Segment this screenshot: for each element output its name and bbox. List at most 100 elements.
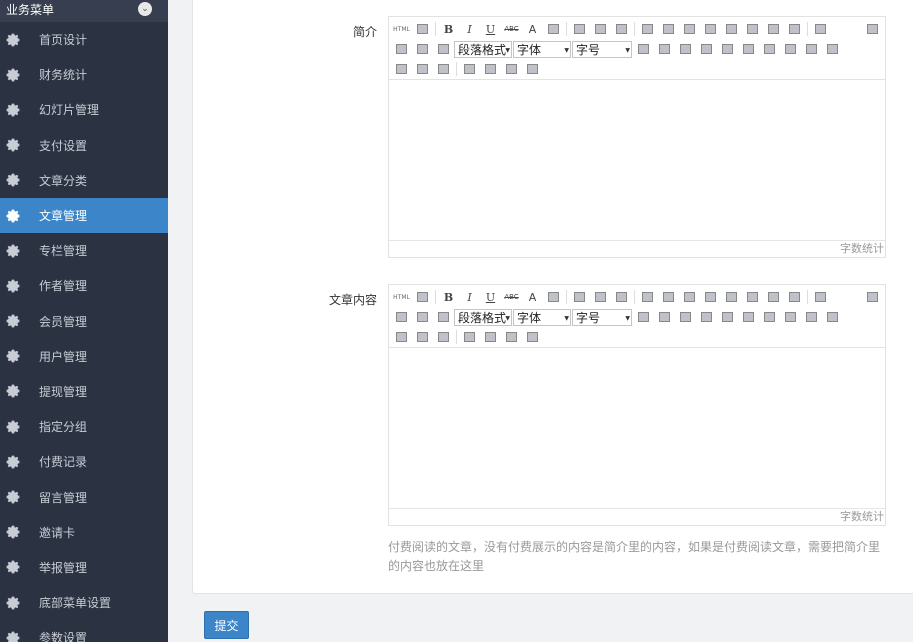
table-icon[interactable] — [636, 309, 652, 325]
highlight-icon[interactable] — [546, 289, 562, 305]
paste-icon[interactable] — [525, 329, 541, 345]
fullscreen-icon[interactable] — [865, 289, 881, 305]
delete-row-icon[interactable] — [741, 309, 757, 325]
delete-col-icon[interactable] — [762, 309, 778, 325]
sidebar-item[interactable]: 参数设置 — [0, 620, 168, 642]
merge-cells-icon[interactable] — [699, 309, 715, 325]
split-cells-icon[interactable] — [720, 41, 736, 57]
delete-table-icon[interactable] — [825, 309, 841, 325]
html-source-button[interactable]: HTML — [393, 289, 410, 305]
quote-icon[interactable] — [682, 21, 698, 37]
col-merge-icon[interactable] — [415, 61, 431, 77]
video-icon[interactable] — [745, 21, 761, 37]
align-left-icon[interactable] — [572, 289, 588, 305]
row-merge-icon[interactable] — [394, 329, 410, 345]
col-merge-icon[interactable] — [415, 329, 431, 345]
align-center-icon[interactable] — [593, 289, 609, 305]
emoji-icon[interactable] — [703, 21, 719, 37]
summary-editor-area[interactable] — [389, 80, 885, 240]
bold-button[interactable]: B — [441, 21, 457, 37]
strikethrough-button[interactable]: ABC — [504, 21, 520, 37]
cell-split-icon[interactable] — [436, 329, 452, 345]
print-icon[interactable] — [504, 61, 520, 77]
sidebar-item[interactable]: 首页设计 — [0, 22, 168, 57]
ordered-list-icon[interactable] — [640, 21, 656, 37]
sidebar-item[interactable]: 付费记录 — [0, 444, 168, 479]
underline-button[interactable]: U — [483, 21, 499, 37]
template-icon[interactable] — [483, 61, 499, 77]
line-height-icon[interactable] — [813, 289, 829, 305]
align-center-icon[interactable] — [593, 21, 609, 37]
table-props-icon[interactable] — [783, 41, 799, 57]
sidebar-item[interactable]: 会员管理 — [0, 304, 168, 339]
paste-icon[interactable] — [525, 61, 541, 77]
insert-col-icon[interactable] — [678, 309, 694, 325]
sidebar-item[interactable]: 支付设置 — [0, 128, 168, 163]
paragraph-spacing-icon[interactable] — [394, 41, 410, 57]
ordered-list-icon[interactable] — [640, 289, 656, 305]
bold-button[interactable]: B — [441, 289, 457, 305]
underline-button[interactable]: U — [483, 289, 499, 305]
italic-button[interactable]: I — [462, 289, 478, 305]
preview-icon[interactable] — [415, 21, 431, 37]
sidebar-header[interactable]: 业务菜单 ⌄ — [0, 0, 168, 22]
sidebar-item[interactable]: 专栏管理 — [0, 233, 168, 268]
paragraph-format-select[interactable]: 段落格式 ▼ — [454, 308, 512, 326]
anchor-icon[interactable] — [462, 329, 478, 345]
sidebar-item[interactable]: 财务统计 — [0, 57, 168, 92]
sidebar-item[interactable]: 指定分组 — [0, 409, 168, 444]
font-size-select[interactable]: 字号 ▼ — [572, 308, 632, 326]
font-color-button[interactable]: A — [525, 289, 541, 305]
sidebar-item[interactable]: 底部菜单设置 — [0, 585, 168, 620]
align-right-icon[interactable] — [614, 21, 630, 37]
sidebar-item[interactable]: 邀请卡 — [0, 515, 168, 550]
align-right-icon[interactable] — [614, 289, 630, 305]
sidebar-item[interactable]: 提现管理 — [0, 374, 168, 409]
anchor-icon[interactable] — [462, 61, 478, 77]
insert-col-icon[interactable] — [678, 41, 694, 57]
sidebar-item[interactable]: 文章管理 — [0, 197, 168, 234]
cell-props-icon[interactable] — [804, 309, 820, 325]
sidebar-item[interactable]: 幻灯片管理 — [0, 92, 168, 127]
merge-cells-icon[interactable] — [699, 41, 715, 57]
sidebar-item[interactable]: 用户管理 — [0, 339, 168, 374]
sidebar-item[interactable]: 举报管理 — [0, 550, 168, 585]
preview-icon[interactable] — [415, 289, 431, 305]
font-family-select[interactable]: 字体 ▼ — [513, 308, 571, 326]
quote-icon[interactable] — [682, 289, 698, 305]
eraser-icon[interactable] — [787, 21, 803, 37]
row-spacing-icon[interactable] — [415, 309, 431, 325]
font-family-select[interactable]: 字体 ▼ — [513, 40, 571, 58]
align-left-icon[interactable] — [572, 21, 588, 37]
delete-col-icon[interactable] — [762, 41, 778, 57]
submit-button[interactable]: 提交 — [204, 611, 249, 639]
sidebar-item[interactable]: 文章分类 — [0, 163, 168, 198]
sidebar-item[interactable]: 作者管理 — [0, 268, 168, 303]
table-props-icon[interactable] — [783, 309, 799, 325]
image-icon[interactable] — [724, 21, 740, 37]
highlight-icon[interactable] — [546, 21, 562, 37]
font-size-select[interactable]: 字号 ▼ — [572, 40, 632, 58]
row-merge-icon[interactable] — [394, 61, 410, 77]
unordered-list-icon[interactable] — [661, 21, 677, 37]
link-icon[interactable] — [766, 289, 782, 305]
cell-props-icon[interactable] — [804, 41, 820, 57]
print-icon[interactable] — [504, 329, 520, 345]
image-icon[interactable] — [724, 289, 740, 305]
italic-button[interactable]: I — [462, 21, 478, 37]
font-color-button[interactable]: A — [525, 21, 541, 37]
table-icon[interactable] — [636, 41, 652, 57]
template-icon[interactable] — [483, 329, 499, 345]
row-spacing-icon[interactable] — [415, 41, 431, 57]
insert-row-icon[interactable] — [657, 309, 673, 325]
emoji-icon[interactable] — [703, 289, 719, 305]
fullscreen-icon[interactable] — [865, 21, 881, 37]
video-icon[interactable] — [745, 289, 761, 305]
content-editor-area[interactable] — [389, 348, 885, 508]
indent-icon[interactable] — [436, 41, 452, 57]
paragraph-format-select[interactable]: 段落格式 ▼ — [454, 40, 512, 58]
eraser-icon[interactable] — [787, 289, 803, 305]
insert-row-icon[interactable] — [657, 41, 673, 57]
link-icon[interactable] — [766, 21, 782, 37]
unordered-list-icon[interactable] — [661, 289, 677, 305]
